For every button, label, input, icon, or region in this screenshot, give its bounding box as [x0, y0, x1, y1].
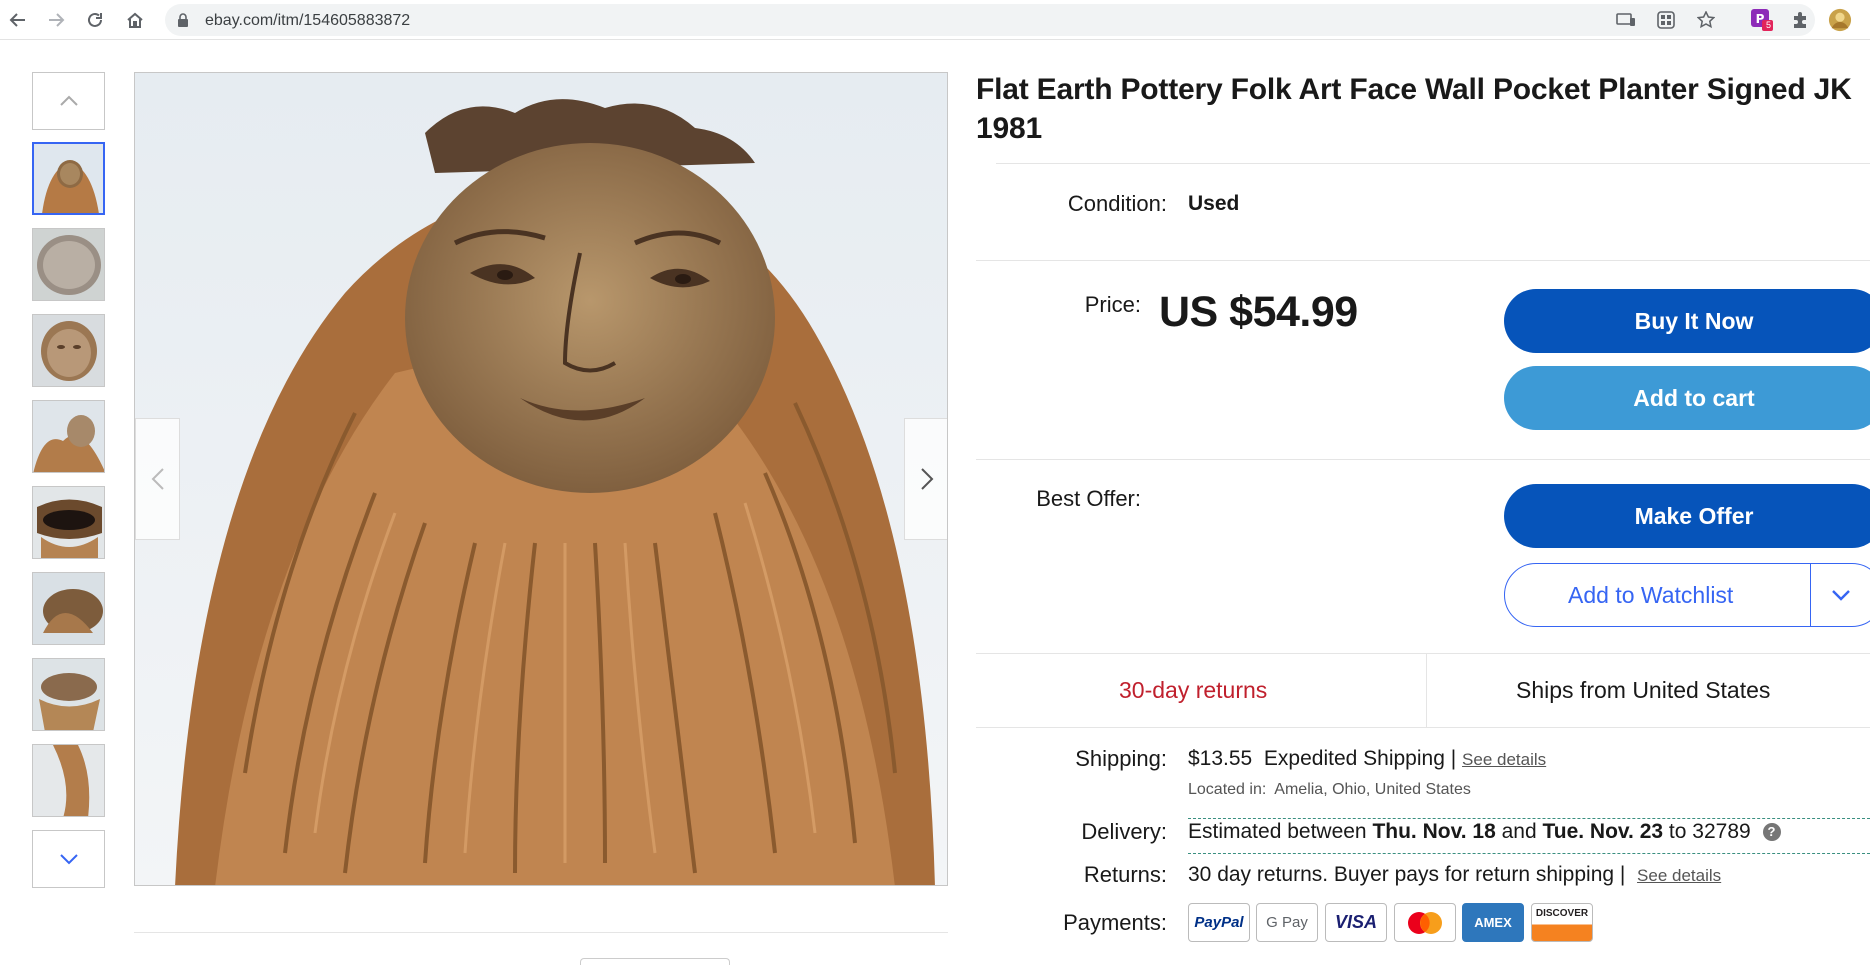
product-photo	[135, 73, 947, 885]
price-value: US $54.99	[1159, 288, 1358, 336]
previous-image-button[interactable]	[135, 418, 180, 540]
reload-icon[interactable]	[81, 6, 109, 34]
image-divider	[134, 932, 948, 933]
bookmark-star-icon[interactable]	[1695, 10, 1717, 30]
google-pay-icon: G Pay	[1256, 903, 1318, 942]
watchlist-dropdown-button[interactable]	[1812, 563, 1870, 627]
chevron-down-icon	[59, 854, 78, 865]
delivery-top-dashed	[1188, 818, 1870, 819]
returns-see-details-link[interactable]: See details	[1637, 866, 1721, 885]
condition-value: Used	[1188, 192, 1240, 215]
cast-icon[interactable]	[1615, 10, 1637, 30]
main-product-image[interactable]	[134, 72, 948, 886]
extension-badge: 5	[1765, 20, 1771, 30]
returns-label: Returns:	[1083, 862, 1167, 887]
thumbnail-4[interactable]	[32, 400, 105, 473]
condition-divider	[976, 260, 1870, 261]
located-in: Located in: Amelia, Ohio, United States	[1188, 781, 1471, 799]
thumbnail-8[interactable]	[32, 744, 105, 817]
paypal-icon: PayPal	[1188, 903, 1250, 942]
amex-icon: AMEX	[1462, 903, 1524, 942]
url-text: ebay.com/itm/154605883872	[205, 12, 411, 29]
chevron-right-icon	[920, 468, 933, 490]
shipping-line: $13.55 Expedited Shipping | See details	[1188, 747, 1546, 771]
chevron-left-icon	[151, 468, 164, 490]
help-icon[interactable]: ?	[1762, 823, 1781, 842]
shipping-cost: $13.55	[1188, 747, 1253, 770]
delivery-zip[interactable]: 32789	[1692, 820, 1750, 843]
returns-separator: |	[1619, 863, 1626, 886]
located-in-label: Located in:	[1188, 781, 1267, 798]
returns-highlight: 30-day returns	[1119, 677, 1268, 703]
condition-label: Condition:	[1067, 191, 1167, 216]
discover-icon: DISCOVER	[1531, 903, 1593, 942]
shipping-see-details-link[interactable]: See details	[1462, 750, 1546, 769]
thumbnail-6[interactable]	[32, 572, 105, 645]
watchlist-split-divider	[1810, 563, 1811, 627]
next-image-button[interactable]	[904, 418, 947, 540]
shipping-method: Expedited Shipping	[1263, 747, 1445, 770]
lock-icon	[177, 13, 189, 32]
highlights-vertical-divider	[1426, 654, 1427, 728]
shipping-label: Shipping:	[1075, 746, 1167, 771]
delivery-label: Delivery:	[1081, 819, 1167, 844]
address-bar[interactable]: ebay.com/itm/154605883872	[165, 4, 1815, 36]
delivery-prefix: Estimated between	[1188, 820, 1367, 843]
delivery-start: Thu. Nov. 18	[1372, 820, 1496, 843]
shipping-separator: |	[1450, 747, 1457, 770]
back-icon[interactable]	[4, 6, 32, 34]
extension-p-icon[interactable]: P 5	[1750, 8, 1774, 32]
forward-icon[interactable]	[42, 6, 70, 34]
title-divider	[996, 163, 1870, 164]
make-offer-button[interactable]: Make Offer	[1504, 484, 1870, 548]
delivery-and: and	[1501, 820, 1537, 843]
add-to-cart-button[interactable]: Add to cart	[1504, 366, 1870, 430]
profile-avatar-icon[interactable]	[1828, 8, 1852, 32]
located-in-value: Amelia, Ohio, United States	[1274, 781, 1471, 798]
thumbnails-up-button[interactable]	[32, 72, 105, 130]
buy-it-now-button[interactable]: Buy It Now	[1504, 289, 1870, 353]
extensions-puzzle-icon[interactable]	[1789, 8, 1813, 32]
delivery-to: to	[1668, 820, 1687, 843]
thumbnail-7[interactable]	[32, 658, 105, 731]
image-tab[interactable]	[580, 958, 730, 965]
delivery-line: Estimated between Thu. Nov. 18 and Tue. …	[1188, 820, 1781, 844]
chevron-up-icon	[59, 95, 78, 106]
visa-icon: VISA	[1325, 903, 1387, 942]
delivery-end: Tue. Nov. 23	[1542, 820, 1664, 843]
payments-label: Payments:	[1063, 910, 1167, 935]
returns-line: 30 day returns. Buyer pays for return sh…	[1188, 863, 1721, 887]
price-label: Price:	[1084, 292, 1141, 317]
price-divider	[976, 459, 1870, 460]
thumbnail-2[interactable]	[32, 228, 105, 301]
highlights-top-divider	[976, 653, 1870, 654]
home-icon[interactable]	[121, 6, 149, 34]
apps-icon[interactable]	[1655, 10, 1677, 30]
best-offer-label: Best Offer:	[1036, 486, 1141, 511]
returns-text: 30 day returns. Buyer pays for return sh…	[1188, 863, 1615, 886]
item-title: Flat Earth Pottery Folk Art Face Wall Po…	[976, 73, 1852, 145]
highlights-bottom-divider	[976, 727, 1870, 728]
browser-toolbar: ebay.com/itm/154605883872 P 5	[0, 0, 1870, 40]
ships-from-highlight: Ships from United States	[1516, 677, 1771, 703]
chevron-down-icon	[1832, 590, 1850, 601]
delivery-bottom-dashed	[1188, 853, 1870, 854]
add-to-watchlist-label: Add to Watchlist	[1568, 581, 1734, 608]
thumbnails-down-button[interactable]	[32, 830, 105, 888]
thumbnail-3[interactable]	[32, 314, 105, 387]
thumbnail-5[interactable]	[32, 486, 105, 559]
mastercard-icon	[1394, 903, 1456, 942]
thumbnail-1[interactable]	[32, 142, 105, 215]
